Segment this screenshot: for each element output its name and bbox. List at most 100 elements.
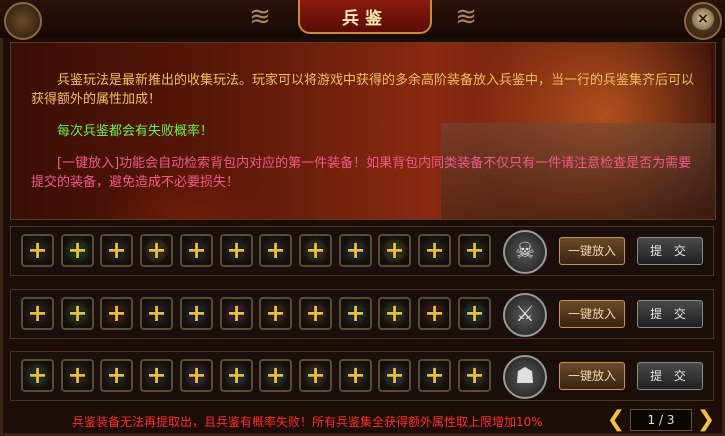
add-plus-icon: +: [345, 361, 366, 389]
page-indicator: 1 / 3: [630, 409, 692, 431]
equipment-slot[interactable]: +: [378, 359, 411, 392]
equipment-slot[interactable]: +: [180, 297, 213, 330]
info-panel: 兵鉴玩法是最新推出的收集玩法。玩家可以将游戏中获得的多余高阶装备放入兵鉴中，当一…: [10, 42, 716, 220]
equipment-slot[interactable]: +: [220, 297, 253, 330]
add-plus-icon: +: [186, 299, 207, 327]
add-plus-icon: +: [464, 361, 485, 389]
add-plus-icon: +: [27, 361, 48, 389]
prev-page-icon[interactable]: ❮: [606, 407, 626, 433]
add-plus-icon: +: [424, 299, 445, 327]
equipment-slot[interactable]: +: [259, 234, 292, 267]
dragon-ornament-left-icon: ≋: [249, 2, 271, 32]
add-plus-icon: +: [424, 361, 445, 389]
add-plus-icon: +: [146, 236, 167, 264]
window-title: 兵鉴: [298, 0, 432, 34]
pager: ❮ 1 / 3 ❯: [606, 407, 716, 433]
add-plus-icon: +: [305, 299, 326, 327]
add-plus-icon: +: [265, 236, 286, 264]
add-plus-icon: +: [106, 236, 127, 264]
equipment-slot[interactable]: +: [458, 234, 491, 267]
add-plus-icon: +: [305, 236, 326, 264]
put-all-button[interactable]: 一键放入: [559, 300, 625, 328]
equipment-slot[interactable]: +: [299, 234, 332, 267]
equipment-slot[interactable]: +: [21, 297, 54, 330]
add-plus-icon: +: [305, 361, 326, 389]
add-plus-icon: +: [146, 361, 167, 389]
equipment-slot[interactable]: +: [378, 297, 411, 330]
add-plus-icon: +: [384, 361, 405, 389]
add-plus-icon: +: [146, 299, 167, 327]
equipment-slot[interactable]: +: [418, 234, 451, 267]
equipment-slot[interactable]: +: [378, 234, 411, 267]
info-paragraph-intro: 兵鉴玩法是最新推出的收集玩法。玩家可以将游戏中获得的多余高阶装备放入兵鉴中，当一…: [31, 73, 695, 107]
equipment-slot[interactable]: +: [100, 297, 133, 330]
equipment-slot[interactable]: +: [339, 359, 372, 392]
add-plus-icon: +: [345, 236, 366, 264]
equipment-slot[interactable]: +: [100, 234, 133, 267]
put-all-button[interactable]: 一键放入: [559, 237, 625, 265]
add-plus-icon: +: [106, 361, 127, 389]
demon-mask-icon: ☠: [503, 230, 547, 274]
equipment-slot[interactable]: +: [140, 359, 173, 392]
close-button[interactable]: ×: [692, 8, 714, 30]
footer-notice: 兵鉴装备无法再提取出，且兵鉴有概率失败！所有兵鉴集全获得额外属性取上限增加10%: [72, 415, 543, 429]
add-plus-icon: +: [226, 299, 247, 327]
add-plus-icon: +: [186, 361, 207, 389]
equipment-slot[interactable]: +: [418, 359, 451, 392]
title-bar: ≋ 兵鉴 ≋ ×: [0, 0, 725, 40]
add-plus-icon: +: [27, 299, 48, 327]
equipment-slot[interactable]: +: [339, 234, 372, 267]
add-plus-icon: +: [106, 299, 127, 327]
equipment-slot[interactable]: +: [61, 234, 94, 267]
equipment-slot[interactable]: +: [418, 297, 451, 330]
equipment-slot[interactable]: +: [180, 359, 213, 392]
add-plus-icon: +: [265, 299, 286, 327]
dragon-ornament-right-icon: ≋: [455, 2, 477, 32]
equipment-slot[interactable]: +: [100, 359, 133, 392]
equipment-slot[interactable]: +: [259, 297, 292, 330]
add-plus-icon: +: [424, 236, 445, 264]
info-paragraph-put-all: [一键放入]功能会自动检索背包内对应的第一件装备！如果背包内同类装备不仅只有一件…: [31, 156, 692, 190]
skull-warlord-icon: ☗: [503, 355, 547, 399]
equipment-slot[interactable]: +: [220, 234, 253, 267]
equipment-slot[interactable]: +: [21, 234, 54, 267]
submit-button[interactable]: 提 交: [637, 362, 703, 390]
submit-button[interactable]: 提 交: [637, 237, 703, 265]
add-plus-icon: +: [464, 299, 485, 327]
equipment-slot[interactable]: +: [339, 297, 372, 330]
equipment-slot[interactable]: +: [140, 234, 173, 267]
collection-row-3: + + + + + + + + + + + + ☗ 一键放入提 交: [10, 351, 714, 401]
add-plus-icon: +: [27, 236, 48, 264]
equipment-slot[interactable]: +: [299, 297, 332, 330]
equipment-slot[interactable]: +: [61, 297, 94, 330]
put-all-button[interactable]: 一键放入: [559, 362, 625, 390]
collection-row-2: + + + + + + + + + + + + ⚔ 一键放入提 交: [10, 289, 714, 339]
add-plus-icon: +: [67, 236, 88, 264]
equipment-slot[interactable]: +: [140, 297, 173, 330]
equipment-slot[interactable]: +: [299, 359, 332, 392]
add-plus-icon: +: [226, 236, 247, 264]
equipment-slot[interactable]: +: [259, 359, 292, 392]
equipment-slot[interactable]: +: [61, 359, 94, 392]
info-text: 兵鉴玩法是最新推出的收集玩法。玩家可以将游戏中获得的多余高阶装备放入兵鉴中，当一…: [31, 71, 701, 192]
corner-ornament-left: [4, 2, 42, 40]
add-plus-icon: +: [265, 361, 286, 389]
next-page-icon[interactable]: ❯: [696, 407, 716, 433]
add-plus-icon: +: [384, 236, 405, 264]
info-paragraph-failure: 每次兵鉴都会有失败概率！: [57, 124, 214, 139]
add-plus-icon: +: [67, 361, 88, 389]
equipment-slot[interactable]: +: [220, 359, 253, 392]
submit-button[interactable]: 提 交: [637, 300, 703, 328]
equipment-slot[interactable]: +: [458, 297, 491, 330]
add-plus-icon: +: [67, 299, 88, 327]
equipment-slot[interactable]: +: [21, 359, 54, 392]
add-plus-icon: +: [384, 299, 405, 327]
warrior-helm-icon: ⚔: [503, 293, 547, 337]
add-plus-icon: +: [186, 236, 207, 264]
add-plus-icon: +: [345, 299, 366, 327]
add-plus-icon: +: [464, 236, 485, 264]
equipment-slot[interactable]: +: [180, 234, 213, 267]
add-plus-icon: +: [226, 361, 247, 389]
equipment-slot[interactable]: +: [458, 359, 491, 392]
collection-row-1: + + + + + + + + + + + + ☠ 一键放入提 交: [10, 226, 714, 276]
